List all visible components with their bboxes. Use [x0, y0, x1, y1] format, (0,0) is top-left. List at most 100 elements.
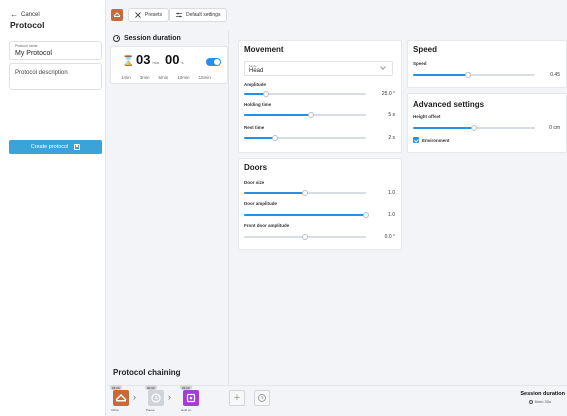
chain-item-badge: 03:00 — [110, 385, 122, 390]
front-door-amplitude-fill — [244, 236, 305, 238]
chain-item-pause[interactable]: 00:30 Pause — [145, 385, 164, 412]
total-duration-text: 6min 30s — [534, 399, 551, 404]
cancel-label: Cancel — [21, 11, 40, 18]
movement-card: Movement Mode Head Amplitude 25.0 ° Hold… — [238, 40, 402, 153]
presets-button[interactable]: Presets — [128, 8, 169, 22]
total-duration-title: Session duration — [520, 391, 565, 397]
front-door-amplitude-label: Front door amplitude — [244, 223, 290, 228]
protocol-name-value: My Protocol — [15, 50, 52, 57]
holding-time-fill — [244, 114, 312, 116]
rest-time-thumb[interactable] — [271, 135, 278, 141]
page-title: Protocol — [10, 20, 45, 30]
quick-durations: 1min 3min 5min 10min 15min — [121, 75, 211, 80]
duration-option[interactable]: 1min — [121, 75, 131, 80]
duration-option[interactable]: 3min — [140, 75, 150, 80]
sidebar: ← Cancel Protocol Protocol name My Proto… — [0, 0, 106, 416]
chain-item-badge: 00:30 — [145, 385, 157, 390]
chevron-down-icon — [380, 64, 386, 70]
environment-checkbox[interactable] — [413, 137, 419, 143]
holding-time-value: 5 s — [388, 112, 395, 118]
door-amplitude-thumb[interactable] — [363, 212, 369, 218]
door-amplitude-slider[interactable] — [244, 212, 369, 218]
advanced-settings-title: Advanced settings — [413, 100, 485, 109]
default-settings-label: Default settings — [186, 12, 221, 18]
chain-item-inflow[interactable]: 03:00 Inflow — [110, 385, 129, 412]
amplitude-thumb[interactable] — [262, 91, 269, 97]
height-offset-label: Height offset — [413, 114, 441, 119]
hold-icon — [186, 393, 196, 403]
sliders-icon — [176, 12, 182, 18]
holding-time-slider[interactable] — [244, 112, 366, 118]
amplitude-value: 25.0 ° — [381, 91, 395, 97]
session-duration-card: ⌛ 03 min. 00 s 1min 3min 5min 10min 15mi… — [110, 46, 228, 84]
rest-time-slider[interactable] — [244, 135, 366, 141]
advanced-settings-card: Advanced settings Height offset 0 cm Env… — [407, 93, 567, 153]
height-offset-value: 0 cm — [549, 125, 560, 131]
door-amplitude-label: Door amplitude — [244, 201, 278, 206]
holding-time-thumb[interactable] — [308, 112, 315, 118]
session-duration-title: Session duration — [124, 35, 181, 42]
duration-option[interactable]: 10min — [177, 75, 189, 80]
chevron-right-icon: › — [133, 392, 136, 402]
mode-label: Mode — [249, 63, 257, 68]
speed-card: Speed Speed 0.45 — [407, 40, 567, 88]
movement-title: Movement — [244, 45, 284, 54]
create-protocol-button[interactable]: Create protocol — [9, 140, 102, 154]
door-size-label: Door size — [244, 180, 265, 185]
rest-time-label: Rest time — [244, 125, 265, 130]
door-size-fill — [244, 192, 305, 194]
add-protocol-button[interactable]: + — [229, 390, 245, 406]
minutes-unit: min. — [152, 60, 161, 65]
duration-option[interactable]: 15min — [199, 75, 211, 80]
rest-time-value: 2 s — [388, 135, 395, 141]
doors-card: Doors Door size 1.0 Door amplitude 1.0 F… — [238, 158, 402, 250]
chain-item-badge: 03:00 — [180, 385, 192, 390]
time-display[interactable]: 03 min. 00 s — [136, 52, 187, 67]
protocol-chaining-bar: Protocol chaining 03:00 Inflow › 00:30 P… — [107, 368, 567, 416]
default-settings-button[interactable]: Default settings — [169, 8, 228, 22]
environment-label: Environment — [422, 138, 450, 143]
plus-icon: + — [233, 392, 241, 404]
settings-area: Movement Mode Head Amplitude 25.0 ° Hold… — [228, 30, 567, 385]
chain-item-hold-on[interactable]: 03:00 Hold on — [180, 385, 199, 412]
speed-title: Speed — [413, 45, 438, 54]
front-door-amplitude-thumb[interactable] — [302, 234, 308, 240]
speed-slider[interactable] — [413, 72, 535, 78]
height-offset-slider[interactable] — [413, 125, 535, 131]
chevron-right-icon: › — [168, 392, 171, 402]
holding-time-label: Holding time — [244, 102, 272, 107]
amplitude-slider[interactable] — [244, 91, 366, 97]
back-arrow-icon: ← — [10, 10, 18, 19]
mode-value: Head — [249, 68, 264, 74]
minutes-value: 03 — [136, 52, 151, 67]
duration-option[interactable]: 5min — [159, 75, 169, 80]
door-size-slider[interactable] — [244, 190, 366, 196]
mode-select[interactable]: Mode Head — [244, 61, 393, 76]
front-door-amplitude-slider[interactable] — [244, 234, 366, 240]
speed-thumb[interactable] — [464, 72, 471, 78]
presets-label: Presets — [145, 12, 162, 18]
height-offset-fill — [413, 127, 474, 129]
protocol-name-label: Protocol name — [15, 44, 38, 48]
add-pause-button[interactable] — [254, 390, 270, 406]
speed-fill — [413, 74, 468, 76]
session-duration-header: Session duration — [113, 35, 181, 42]
speed-value: 0.45 — [550, 72, 560, 78]
protocol-description-field[interactable]: Protocol description — [9, 63, 102, 90]
door-size-thumb[interactable] — [302, 190, 308, 196]
save-icon — [74, 144, 81, 150]
session-duration-toggle[interactable] — [206, 58, 221, 66]
door-amplitude-value: 1.0 — [388, 212, 395, 218]
door-size-value: 1.0 — [388, 190, 395, 196]
chain-item-name: Inflow — [111, 408, 119, 412]
protocol-chaining-title: Protocol chaining — [113, 368, 181, 377]
hourglass-icon: ⌛ — [122, 56, 135, 67]
protocol-name-field[interactable]: Protocol name My Protocol — [9, 41, 102, 60]
height-offset-thumb[interactable] — [471, 125, 477, 131]
cancel-link[interactable]: ← Cancel — [10, 10, 40, 19]
amplitude-label: Amplitude — [244, 82, 266, 87]
session-duration-panel: Session duration ⌛ 03 min. 00 s 1min 3mi… — [107, 30, 228, 385]
seconds-value: 00 — [165, 52, 180, 67]
protocol-icon — [115, 394, 127, 402]
logo-icon — [111, 9, 123, 21]
